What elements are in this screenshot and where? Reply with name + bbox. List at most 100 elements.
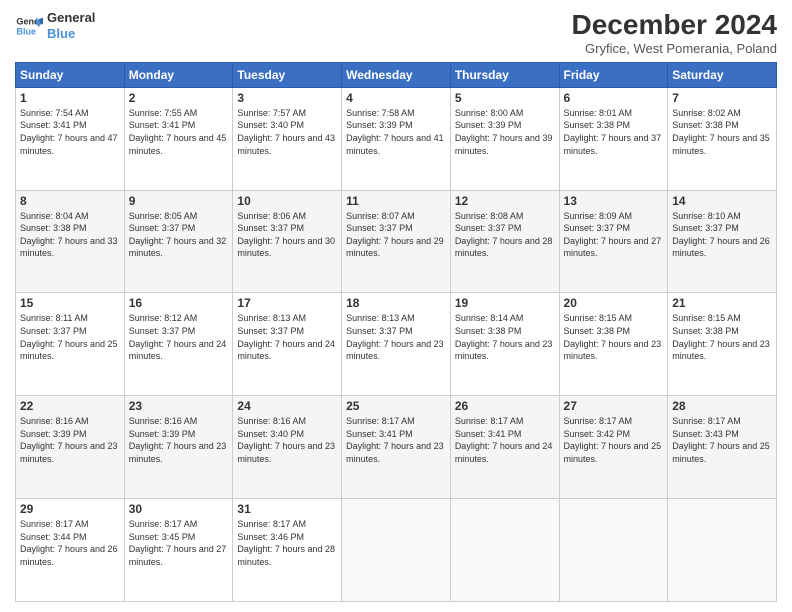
day-number: 26 xyxy=(455,399,555,413)
table-row xyxy=(342,499,451,602)
day-number: 18 xyxy=(346,296,446,310)
calendar-week-row: 8Sunrise: 8:04 AM Sunset: 3:38 PM Daylig… xyxy=(16,190,777,293)
day-info: Sunrise: 8:12 AM Sunset: 3:37 PM Dayligh… xyxy=(129,312,229,362)
day-number: 19 xyxy=(455,296,555,310)
day-info: Sunrise: 8:17 AM Sunset: 3:41 PM Dayligh… xyxy=(346,415,446,465)
day-info: Sunrise: 8:01 AM Sunset: 3:38 PM Dayligh… xyxy=(564,107,664,157)
day-info: Sunrise: 8:09 AM Sunset: 3:37 PM Dayligh… xyxy=(564,210,664,260)
table-row: 2Sunrise: 7:55 AM Sunset: 3:41 PM Daylig… xyxy=(124,87,233,190)
header-thursday: Thursday xyxy=(450,62,559,87)
table-row: 21Sunrise: 8:15 AM Sunset: 3:38 PM Dayli… xyxy=(668,293,777,396)
day-number: 28 xyxy=(672,399,772,413)
day-info: Sunrise: 8:06 AM Sunset: 3:37 PM Dayligh… xyxy=(237,210,337,260)
table-row: 14Sunrise: 8:10 AM Sunset: 3:37 PM Dayli… xyxy=(668,190,777,293)
logo-line2: Blue xyxy=(47,26,95,42)
day-info: Sunrise: 8:13 AM Sunset: 3:37 PM Dayligh… xyxy=(346,312,446,362)
day-info: Sunrise: 8:17 AM Sunset: 3:46 PM Dayligh… xyxy=(237,518,337,568)
svg-text:Blue: Blue xyxy=(16,26,36,36)
header-tuesday: Tuesday xyxy=(233,62,342,87)
table-row: 24 Sunrise: 8:16 AM Sunset: 3:40 PM Dayli… xyxy=(233,396,342,499)
month-title: December 2024 xyxy=(572,10,777,41)
day-info: Sunrise: 8:16 AM Sunset: 3:40 PM Dayligh… xyxy=(237,415,337,465)
day-info: Sunrise: 8:08 AM Sunset: 3:37 PM Dayligh… xyxy=(455,210,555,260)
day-number: 9 xyxy=(129,194,229,208)
table-row: 25Sunrise: 8:17 AM Sunset: 3:41 PM Dayli… xyxy=(342,396,451,499)
table-row: 12 Sunrise: 8:08 AM Sunset: 3:37 PM Dayli… xyxy=(450,190,559,293)
day-info: Sunrise: 8:07 AM Sunset: 3:37 PM Dayligh… xyxy=(346,210,446,260)
table-row: 26Sunrise: 8:17 AM Sunset: 3:41 PM Dayli… xyxy=(450,396,559,499)
calendar-week-row: 15 Sunrise: 8:11 AM Sunset: 3:37 PM Dayli… xyxy=(16,293,777,396)
page: General Blue General Blue December 2024 … xyxy=(0,0,792,612)
table-row: 23Sunrise: 8:16 AM Sunset: 3:39 PM Dayli… xyxy=(124,396,233,499)
day-info: Sunrise: 8:16 AM Sunset: 3:39 PM Dayligh… xyxy=(129,415,229,465)
header-monday: Monday xyxy=(124,62,233,87)
day-info: Sunrise: 7:57 AM Sunset: 3:40 PM Dayligh… xyxy=(237,107,337,157)
day-info: Sunrise: 8:17 AM Sunset: 3:42 PM Dayligh… xyxy=(564,415,664,465)
day-info: Sunrise: 8:11 AM Sunset: 3:37 PM Dayligh… xyxy=(20,312,120,362)
table-row: 4Sunrise: 7:58 AM Sunset: 3:39 PM Daylig… xyxy=(342,87,451,190)
day-number: 4 xyxy=(346,91,446,105)
day-number: 8 xyxy=(20,194,120,208)
day-number: 11 xyxy=(346,194,446,208)
table-row: 22Sunrise: 8:16 AM Sunset: 3:39 PM Dayli… xyxy=(16,396,125,499)
header: General Blue General Blue December 2024 … xyxy=(15,10,777,56)
day-number: 21 xyxy=(672,296,772,310)
table-row: 5Sunrise: 8:00 AM Sunset: 3:39 PM Daylig… xyxy=(450,87,559,190)
day-number: 29 xyxy=(20,502,120,516)
day-info: Sunrise: 8:02 AM Sunset: 3:38 PM Dayligh… xyxy=(672,107,772,157)
table-row: 20Sunrise: 8:15 AM Sunset: 3:38 PM Dayli… xyxy=(559,293,668,396)
table-row: 7 Sunrise: 8:02 AM Sunset: 3:38 PM Daylig… xyxy=(668,87,777,190)
day-info: Sunrise: 8:17 AM Sunset: 3:45 PM Dayligh… xyxy=(129,518,229,568)
table-row xyxy=(559,499,668,602)
day-number: 15 xyxy=(20,296,120,310)
table-row: 16 Sunrise: 8:12 AM Sunset: 3:37 PM Dayli… xyxy=(124,293,233,396)
header-wednesday: Wednesday xyxy=(342,62,451,87)
day-number: 24 xyxy=(237,399,337,413)
table-row: 10 Sunrise: 8:06 AM Sunset: 3:37 PM Dayli… xyxy=(233,190,342,293)
day-info: Sunrise: 7:54 AM Sunset: 3:41 PM Dayligh… xyxy=(20,107,120,157)
logo-line1: General xyxy=(47,10,95,26)
table-row: 9 Sunrise: 8:05 AM Sunset: 3:37 PM Daylig… xyxy=(124,190,233,293)
subtitle: Gryfice, West Pomerania, Poland xyxy=(572,41,777,56)
logo-text: General Blue xyxy=(47,10,95,41)
table-row: 29 Sunrise: 8:17 AM Sunset: 3:44 PM Dayli… xyxy=(16,499,125,602)
day-number: 10 xyxy=(237,194,337,208)
day-info: Sunrise: 8:17 AM Sunset: 3:44 PM Dayligh… xyxy=(20,518,120,568)
day-number: 16 xyxy=(129,296,229,310)
day-number: 1 xyxy=(20,91,120,105)
table-row xyxy=(450,499,559,602)
day-number: 6 xyxy=(564,91,664,105)
table-row: 3 Sunrise: 7:57 AM Sunset: 3:40 PM Daylig… xyxy=(233,87,342,190)
calendar-week-row: 29 Sunrise: 8:17 AM Sunset: 3:44 PM Dayli… xyxy=(16,499,777,602)
day-info: Sunrise: 8:05 AM Sunset: 3:37 PM Dayligh… xyxy=(129,210,229,260)
table-row: 30 Sunrise: 8:17 AM Sunset: 3:45 PM Dayli… xyxy=(124,499,233,602)
table-row xyxy=(668,499,777,602)
table-row: 13 Sunrise: 8:09 AM Sunset: 3:37 PM Dayli… xyxy=(559,190,668,293)
day-info: Sunrise: 8:15 AM Sunset: 3:38 PM Dayligh… xyxy=(564,312,664,362)
table-row: 17Sunrise: 8:13 AM Sunset: 3:37 PM Dayli… xyxy=(233,293,342,396)
day-number: 7 xyxy=(672,91,772,105)
table-row: 6 Sunrise: 8:01 AM Sunset: 3:38 PM Daylig… xyxy=(559,87,668,190)
header-friday: Friday xyxy=(559,62,668,87)
table-row: 28Sunrise: 8:17 AM Sunset: 3:43 PM Dayli… xyxy=(668,396,777,499)
day-number: 13 xyxy=(564,194,664,208)
header-sunday: Sunday xyxy=(16,62,125,87)
day-number: 30 xyxy=(129,502,229,516)
header-saturday: Saturday xyxy=(668,62,777,87)
day-info: Sunrise: 8:14 AM Sunset: 3:38 PM Dayligh… xyxy=(455,312,555,362)
day-number: 3 xyxy=(237,91,337,105)
calendar-table: Sunday Monday Tuesday Wednesday Thursday… xyxy=(15,62,777,602)
table-row: 31 Sunrise: 8:17 AM Sunset: 3:46 PM Dayli… xyxy=(233,499,342,602)
day-info: Sunrise: 7:55 AM Sunset: 3:41 PM Dayligh… xyxy=(129,107,229,157)
table-row: 27Sunrise: 8:17 AM Sunset: 3:42 PM Dayli… xyxy=(559,396,668,499)
calendar-week-row: 22Sunrise: 8:16 AM Sunset: 3:39 PM Dayli… xyxy=(16,396,777,499)
table-row: 19 Sunrise: 8:14 AM Sunset: 3:38 PM Dayli… xyxy=(450,293,559,396)
day-number: 14 xyxy=(672,194,772,208)
day-number: 5 xyxy=(455,91,555,105)
day-number: 12 xyxy=(455,194,555,208)
day-number: 31 xyxy=(237,502,337,516)
calendar-week-row: 1 Sunrise: 7:54 AM Sunset: 3:41 PM Daylig… xyxy=(16,87,777,190)
logo: General Blue General Blue xyxy=(15,10,95,41)
table-row: 1 Sunrise: 7:54 AM Sunset: 3:41 PM Daylig… xyxy=(16,87,125,190)
day-info: Sunrise: 8:13 AM Sunset: 3:37 PM Dayligh… xyxy=(237,312,337,362)
